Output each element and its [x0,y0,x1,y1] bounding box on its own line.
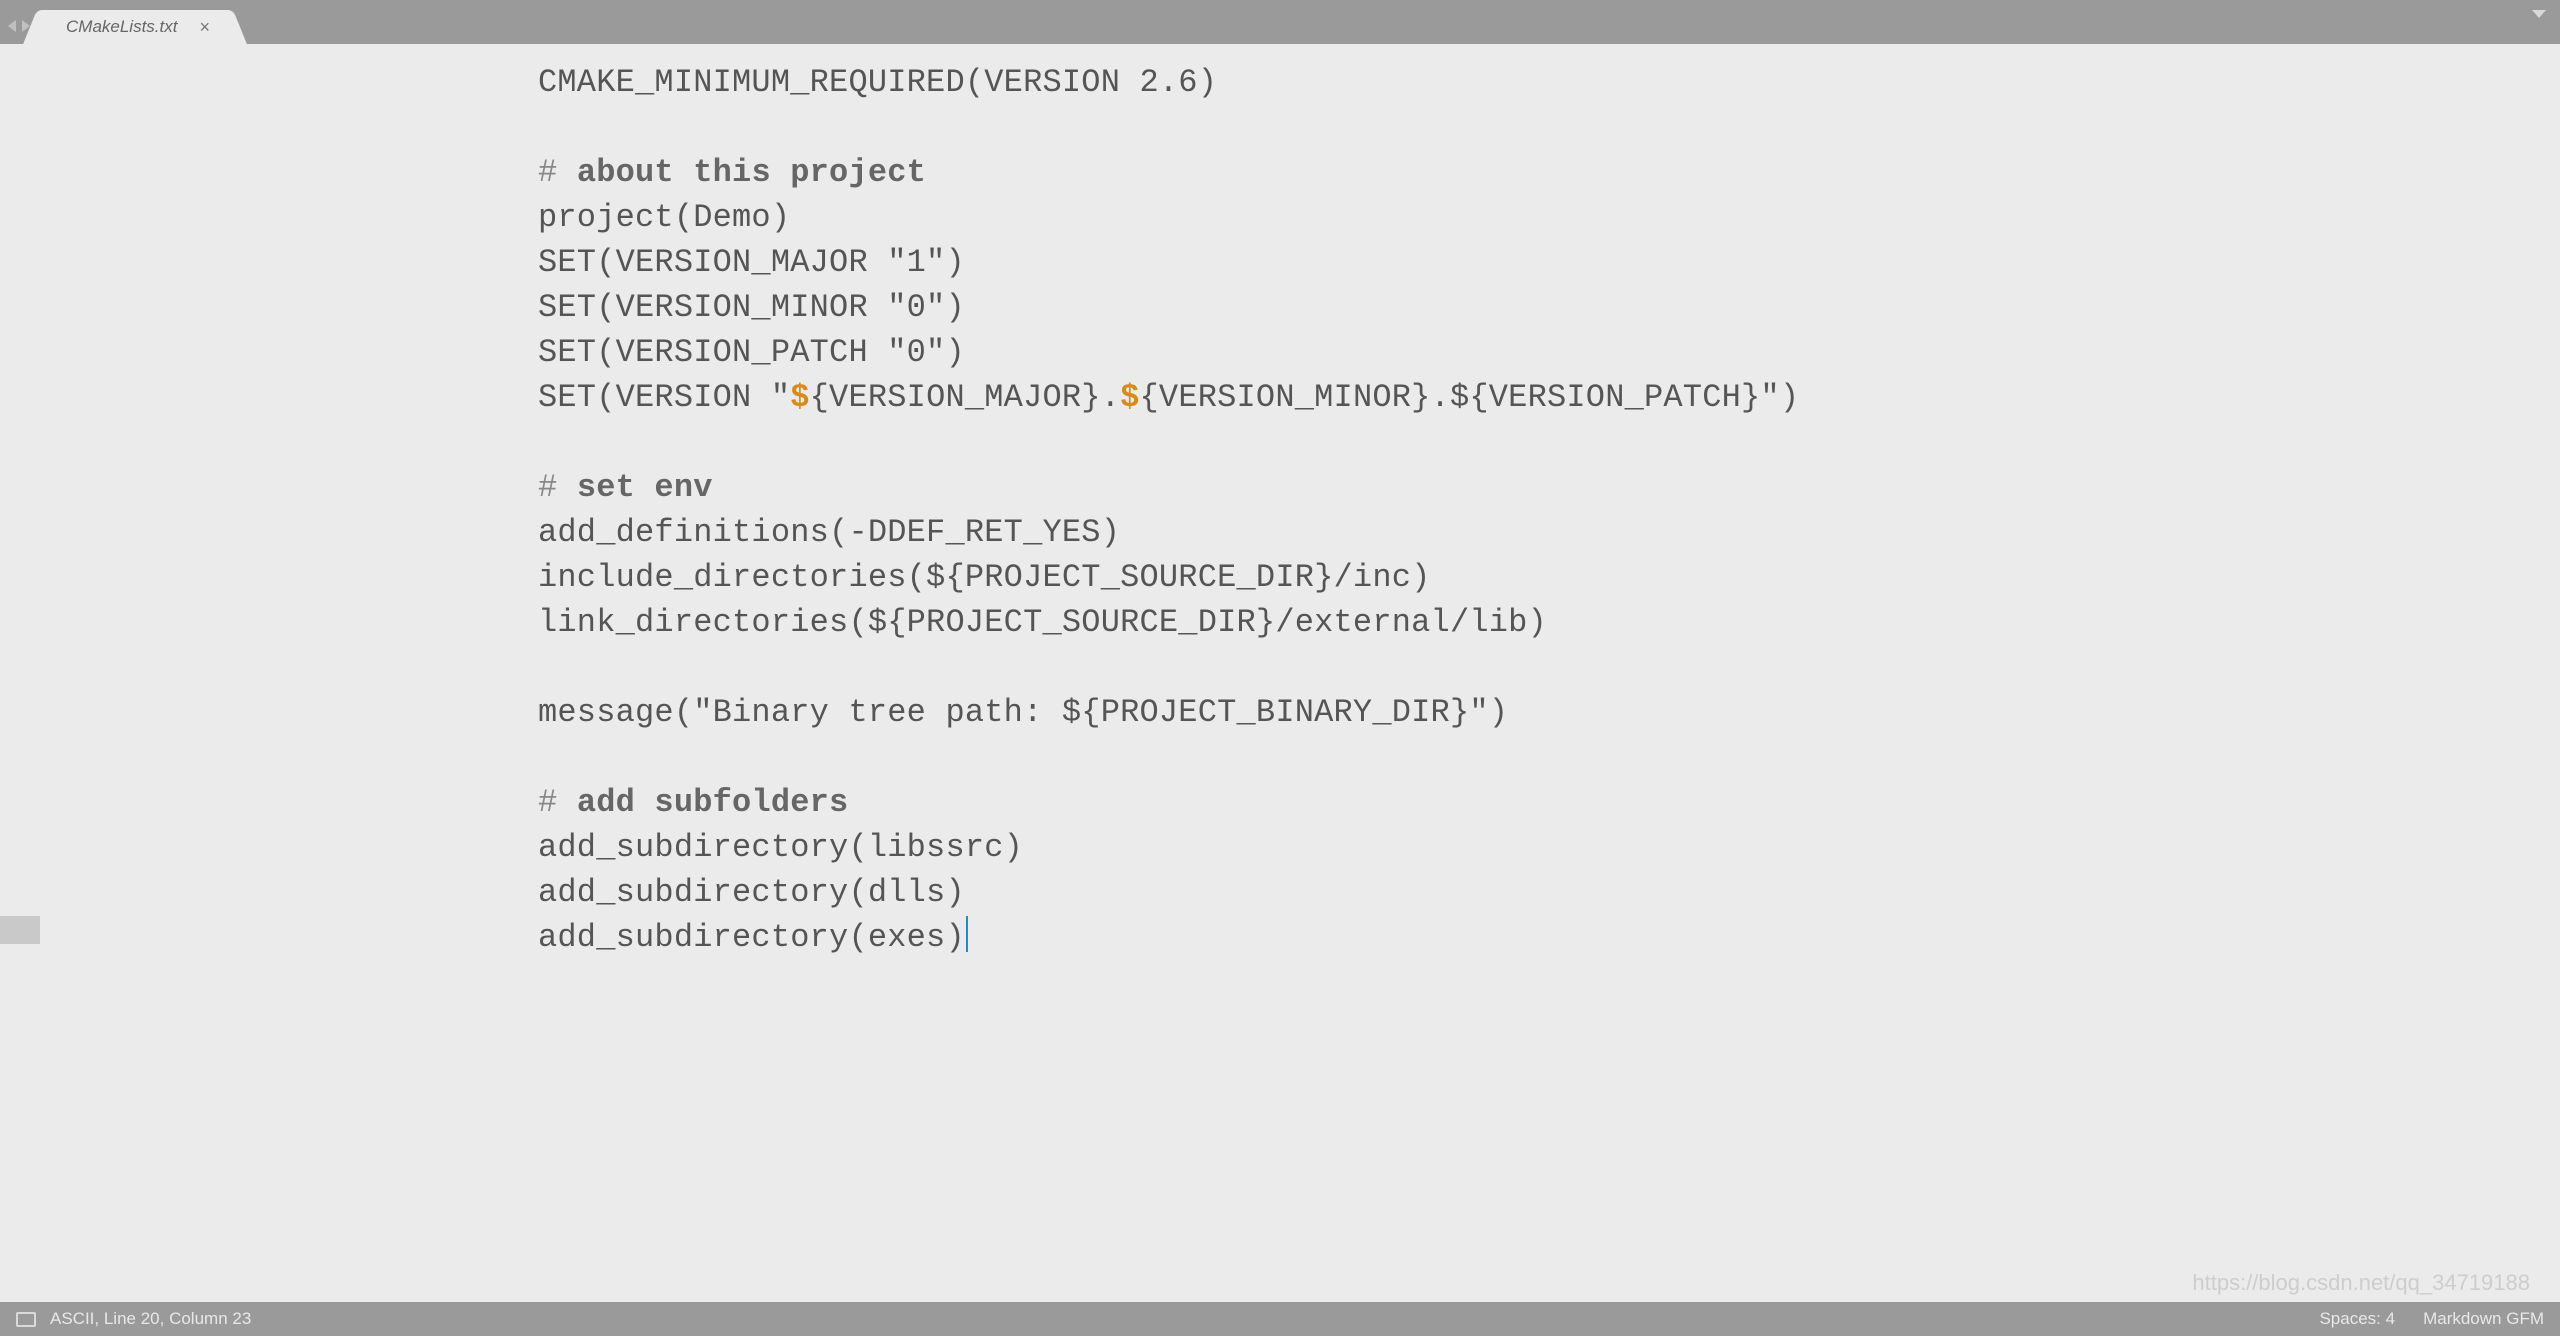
comment-hash: # [538,469,577,506]
comment-hash: # [538,784,577,821]
gutter-marker [0,916,40,944]
minimap[interactable] [2520,54,2542,254]
code-line: {VERSION_MAJOR}. [810,379,1120,416]
comment-hash: # [538,154,577,191]
comment-text: add subfolders [577,784,849,821]
code-line: {VERSION_MINOR}.${VERSION_PATCH}") [1140,379,1800,416]
code-line: add_definitions(-DDEF_RET_YES) [538,514,1120,551]
code-line: SET(VERSION_MINOR "0") [538,289,965,326]
var-dollar: $ [790,379,809,416]
code-line: add_subdirectory(dlls) [538,874,965,911]
code-line: add_subdirectory(exes) [538,919,965,956]
code-line: SET(VERSION " [538,379,790,416]
console-icon[interactable] [16,1312,36,1327]
code-line: SET(VERSION_PATCH "0") [538,334,965,371]
tabs-dropdown-icon[interactable] [2532,10,2546,18]
status-bar: ASCII, Line 20, Column 23 Spaces: 4 Mark… [0,1302,2560,1336]
code-line: CMAKE_MINIMUM_REQUIRED(VERSION 2.6) [538,64,1217,101]
comment-text: set env [577,469,713,506]
status-indent[interactable]: Spaces: 4 [2319,1309,2395,1329]
code-line: include_directories(${PROJECT_SOURCE_DIR… [538,559,1431,596]
code-line: add_subdirectory(libssrc) [538,829,1023,866]
gutter [0,44,50,1302]
nav-back-icon[interactable] [8,20,16,32]
tab-title: CMakeLists.txt [66,17,177,37]
status-syntax[interactable]: Markdown GFM [2423,1309,2544,1329]
code-line: message("Binary tree path: ${PROJECT_BIN… [538,694,1508,731]
text-cursor [966,916,968,952]
code-content[interactable]: CMAKE_MINIMUM_REQUIRED(VERSION 2.6) # ab… [538,60,1799,960]
code-line: link_directories(${PROJECT_SOURCE_DIR}/e… [538,604,1547,641]
title-bar: CMakeLists.txt × [0,0,2560,44]
code-line: SET(VERSION_MAJOR "1") [538,244,965,281]
editor-area[interactable]: CMAKE_MINIMUM_REQUIRED(VERSION 2.6) # ab… [0,44,2560,1302]
comment-text: about this project [577,154,926,191]
file-tab[interactable]: CMakeLists.txt × [42,10,228,44]
var-dollar: $ [1120,379,1139,416]
status-position[interactable]: ASCII, Line 20, Column 23 [50,1309,251,1329]
code-line: project(Demo) [538,199,790,236]
close-icon[interactable]: × [199,18,210,36]
watermark-text: https://blog.csdn.net/qq_34719188 [2192,1270,2530,1296]
